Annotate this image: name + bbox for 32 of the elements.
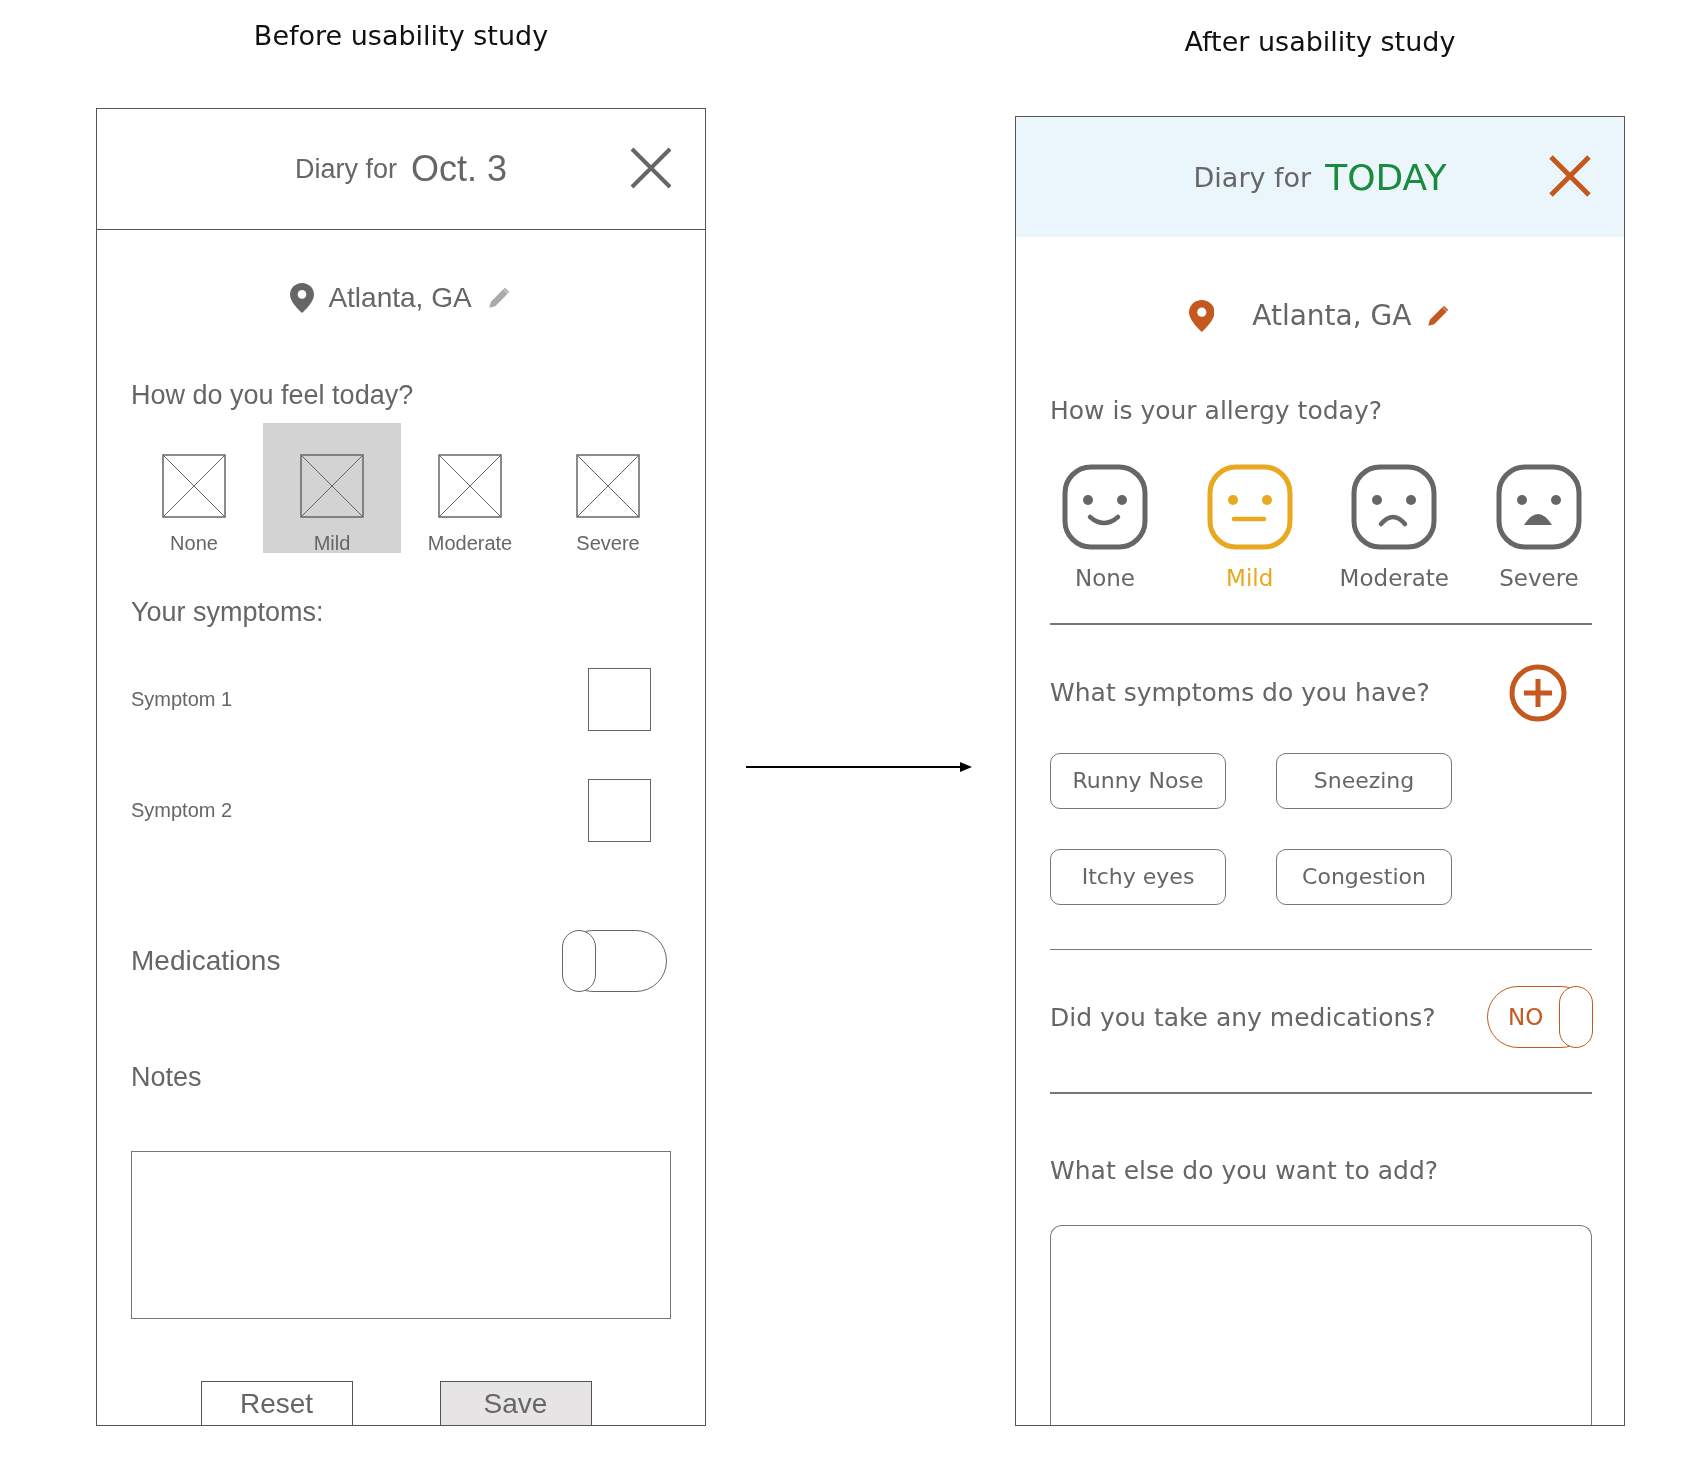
header-title: Diary for	[1193, 161, 1312, 193]
question: What else do you want to add?	[1050, 1155, 1440, 1185]
severity-option[interactable]: Moderate	[1339, 463, 1450, 591]
location-text: Atlanta, GA	[1252, 299, 1412, 332]
symptom-chip[interactable]: Itchy eyes	[1050, 848, 1226, 905]
header-date: Oct. 3	[411, 148, 507, 190]
symptom-chip[interactable]: Runny Nose	[1050, 752, 1226, 809]
severity-option[interactable]: Mild	[263, 423, 401, 553]
toggle-switch[interactable]: NO	[1487, 986, 1592, 1048]
action-button[interactable]: Reset	[200, 1381, 353, 1425]
notes-label: Notes	[131, 1062, 203, 1093]
question: What symptoms do you have?	[1050, 678, 1430, 707]
header-title: Diary for	[294, 153, 397, 185]
medications-label: Medications	[131, 945, 281, 977]
caption: Before usability study	[253, 20, 549, 53]
severity-option[interactable]: Severe	[539, 423, 677, 553]
severity-option[interactable]: None	[1050, 463, 1160, 591]
question: How do you feel today?	[131, 380, 415, 411]
question: How is your allergy today?	[1050, 396, 1383, 425]
question: Did you take any medications?	[1050, 1002, 1436, 1032]
caption: After usability study	[1184, 26, 1456, 59]
severity-option[interactable]: Severe	[1483, 463, 1594, 591]
symptom-label: Symptom 2	[131, 799, 233, 822]
location-text: Atlanta, GA	[328, 282, 472, 314]
header-date: TODAY	[1325, 156, 1447, 198]
symptom-chip[interactable]: Congestion	[1276, 848, 1452, 905]
action-button[interactable]: Save	[439, 1381, 592, 1425]
severity-option[interactable]: Moderate	[401, 423, 539, 553]
symptom-label: Symptom 1	[131, 688, 233, 711]
severity-option[interactable]: None	[125, 423, 263, 553]
symptom-chip[interactable]: Sneezing	[1276, 752, 1452, 809]
section-heading: Your symptoms:	[131, 597, 325, 628]
